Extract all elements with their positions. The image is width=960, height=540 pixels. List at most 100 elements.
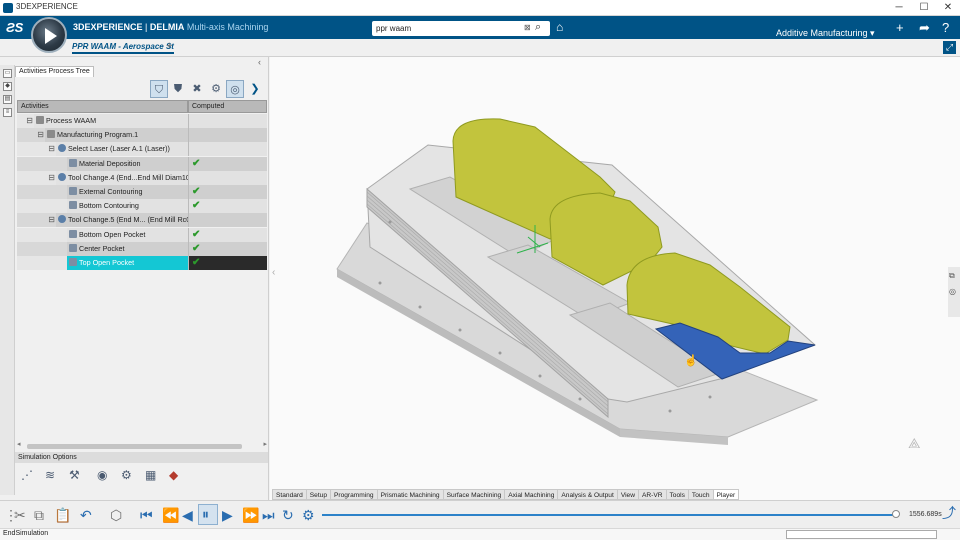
go-to-start-icon[interactable]: ⏮: [140, 506, 153, 524]
pause-button[interactable]: ⏸: [198, 504, 218, 525]
add-tab-button[interactable]: +: [166, 40, 172, 52]
compass-widget[interactable]: [31, 17, 67, 53]
tab-ppr-waam[interactable]: PPR WAAM - Aerospace St: [72, 42, 174, 54]
tab-standard[interactable]: Standard: [272, 489, 307, 500]
window-title: 3DEXPERIENCE: [16, 2, 78, 11]
paste-icon[interactable]: 📋: [54, 506, 71, 524]
sim-display-icon[interactable]: ▦: [145, 468, 156, 482]
tab-setup[interactable]: Setup: [306, 489, 331, 500]
scroll-left-icon[interactable]: ◂: [17, 440, 21, 448]
sidebar-tree-icon[interactable]: ≡: [3, 108, 12, 117]
sidebar-cube-icon[interactable]: ◆: [3, 82, 12, 91]
step-forward-icon[interactable]: ⏩: [242, 506, 259, 524]
tab-programming[interactable]: Programming: [331, 489, 378, 500]
tree-row[interactable]: ⊟ Select Laser (Laser A.1 (Laser)): [17, 142, 267, 157]
search-box[interactable]: ⊠ ⌕: [372, 21, 550, 36]
collapse-node-icon[interactable]: ⊟: [26, 114, 33, 128]
tree-row[interactable]: External Contouring ✔: [17, 185, 267, 199]
sim-visibility-icon[interactable]: ◉: [97, 468, 107, 482]
play-backward-icon[interactable]: ◀: [182, 506, 193, 524]
tree-row[interactable]: ⊟ Manufacturing Program.1: [17, 128, 267, 143]
tag-icon[interactable]: ⌂: [556, 20, 563, 34]
play-forward-icon[interactable]: ▶: [222, 506, 233, 524]
step-back-icon[interactable]: ⏪: [162, 506, 179, 524]
panel-collapse-icon[interactable]: ‹: [258, 57, 261, 67]
tab-surface-machining[interactable]: Surface Machining: [443, 489, 506, 500]
expand-icon[interactable]: ⤢: [943, 41, 956, 54]
tab-tools[interactable]: Tools: [666, 489, 689, 500]
clear-search-icon[interactable]: ⊠: [524, 23, 531, 32]
right-tool-1-icon[interactable]: ⧉: [949, 271, 955, 281]
tree-row[interactable]: Bottom Open Pocket ✔: [17, 227, 267, 242]
tree-row[interactable]: Bottom Contouring ✔: [17, 199, 267, 214]
tree-row[interactable]: Top Open Pocket ✔: [17, 256, 267, 270]
tab-prismatic-machining[interactable]: Prismatic Machining: [377, 489, 444, 500]
column-header-computed[interactable]: Computed: [188, 100, 267, 113]
search-icon[interactable]: ⌕: [535, 21, 541, 34]
sim-material-icon[interactable]: ◆: [169, 468, 178, 482]
minimize-button[interactable]: ─: [888, 1, 910, 15]
undo-icon[interactable]: ↶: [80, 506, 92, 524]
settings-icon[interactable]: ⚙: [302, 506, 315, 524]
object-icon[interactable]: ⬡: [110, 506, 122, 524]
sidebar-home-icon[interactable]: ▭: [3, 69, 12, 78]
compute-icon[interactable]: ⚙: [207, 80, 225, 98]
scrollbar-thumb[interactable]: [27, 444, 242, 449]
search-input[interactable]: [376, 22, 516, 35]
layers-icon[interactable]: ◎: [226, 80, 244, 98]
filter-icon[interactable]: ⛉: [150, 80, 168, 98]
tree-row[interactable]: ⊟ Tool Change.5 (End M... (End Mill Rc0.5…: [17, 213, 267, 228]
3d-viewport[interactable]: ‹ ☝ ⧉ ◎ ⟁ Standard Setup Programming Pri…: [270, 57, 960, 500]
remove-operation-icon[interactable]: ✖: [188, 80, 206, 98]
tab-axial-machining[interactable]: Axial Machining: [505, 489, 559, 500]
status-bar: EndSimulation: [0, 528, 960, 540]
tree-row[interactable]: Center Pocket ✔: [17, 241, 267, 256]
panel-tab-activities[interactable]: Activities Process Tree: [15, 66, 94, 77]
computed-check-icon: ✔: [192, 157, 201, 169]
simulation-player: ⋮ ✂ ⧉ 📋 ↶ ⬡ ⏮ ⏪ ◀ ⏸ ▶ ⏩ ⏭ ↻ ⚙ 1556.689s …: [0, 500, 960, 528]
tree-row-label: Tool Change.5 (End M... (End Mill Rc0.5.…: [68, 215, 188, 225]
tab-player[interactable]: Player: [713, 489, 740, 500]
collapse-node-icon[interactable]: ⊟: [37, 128, 44, 142]
column-header-activities[interactable]: Activities: [17, 100, 188, 113]
loop-icon[interactable]: ↻: [282, 506, 294, 524]
horizontal-scrollbar[interactable]: ◂ ▸: [17, 440, 267, 450]
progress-slider-knob[interactable]: [892, 510, 901, 518]
right-tool-2-icon[interactable]: ◎: [949, 287, 956, 296]
tab-analysis-output[interactable]: Analysis & Output: [558, 489, 618, 500]
exit-player-icon[interactable]: ⤴: [942, 504, 956, 522]
close-button[interactable]: ✕: [937, 1, 959, 15]
add-operation-icon[interactable]: ⛊: [169, 80, 187, 98]
collapse-node-icon[interactable]: ⊟: [48, 171, 55, 185]
sim-path-icon[interactable]: ⋰: [21, 468, 33, 482]
copy-icon[interactable]: ⧉: [34, 506, 44, 524]
tree-row[interactable]: ⊟ Tool Change.4 (End...End Mill Diam10.1)…: [17, 170, 267, 185]
tree-indent: [17, 227, 67, 242]
part-model[interactable]: [270, 57, 960, 500]
cut-icon[interactable]: ✂: [14, 506, 26, 524]
command-input[interactable]: [786, 530, 937, 539]
next-arrow-icon[interactable]: ❯: [246, 80, 264, 98]
tree-row[interactable]: Material Deposition ✔: [17, 156, 267, 171]
help-icon[interactable]: ?: [942, 20, 949, 35]
sim-machine-icon[interactable]: ⚙: [121, 468, 132, 482]
share-icon[interactable]: ➦: [919, 20, 930, 36]
tab-view[interactable]: View: [617, 489, 639, 500]
tab-ar-vr[interactable]: AR-VR: [639, 489, 667, 500]
ds-brand-icon[interactable]: ƧS: [6, 20, 23, 35]
go-to-end-icon[interactable]: ⏭: [262, 506, 275, 524]
scroll-right-icon[interactable]: ▸: [263, 440, 267, 448]
tab-touch[interactable]: Touch: [688, 489, 714, 500]
axis-triad-icon[interactable]: ⟁: [908, 435, 921, 452]
tree-row[interactable]: ⊟ Process WAAM: [17, 114, 267, 128]
add-icon[interactable]: +: [896, 20, 904, 35]
sim-tool-path-icon[interactable]: ≋: [45, 468, 55, 482]
sim-tool-icon[interactable]: ⚒: [69, 468, 80, 482]
sidebar-layers-icon[interactable]: ▤: [3, 95, 12, 104]
tool-gear-icon: [58, 144, 66, 153]
collapse-node-icon[interactable]: ⊟: [48, 142, 55, 156]
role-selector[interactable]: Additive Manufacturing ▾: [776, 28, 875, 39]
collapse-node-icon[interactable]: ⊟: [48, 213, 55, 227]
maximize-button[interactable]: ☐: [913, 1, 935, 15]
simulation-progress-bar[interactable]: [322, 514, 897, 516]
